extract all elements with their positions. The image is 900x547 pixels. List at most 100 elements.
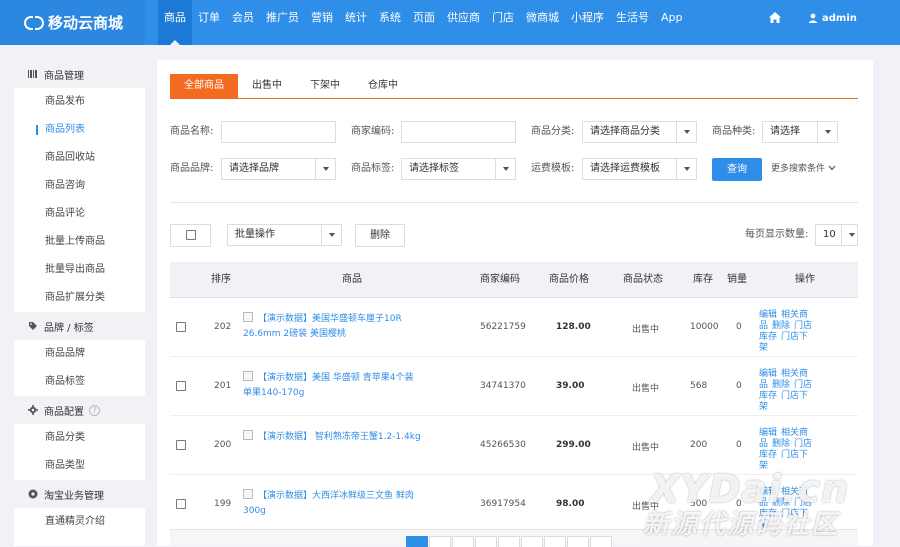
page-number-button[interactable] [452, 536, 474, 547]
page-number-button[interactable] [521, 536, 543, 547]
page-size-select[interactable]: 10 [815, 224, 858, 246]
nav-item[interactable]: 系统 [373, 0, 407, 45]
product-name-label: 商品名称: [170, 126, 214, 137]
tab[interactable]: 全部商品 [170, 74, 238, 98]
sidebar-item[interactable]: 商品回收站 [14, 144, 145, 172]
freight-select-value: 请选择运费模板 [590, 163, 660, 174]
freight-template-select[interactable]: 请选择运费模板 [582, 158, 697, 180]
app-logo[interactable]: 移动云商城 [0, 0, 145, 45]
tab[interactable]: 仓库中 [354, 74, 412, 98]
sidebar-group[interactable]: 品牌 / 标签 [14, 312, 145, 340]
product-name-input[interactable] [221, 121, 336, 143]
row-checkbox[interactable] [176, 322, 186, 332]
sidebar-item[interactable]: 商品分类 [14, 424, 145, 452]
product-price: 128.00 [556, 322, 591, 332]
row-action-link[interactable]: 编辑 [759, 310, 777, 320]
chevron-down-icon [676, 122, 696, 142]
table-row: 201 【演示数据】美国 华盛顿 青苹果4个装 单果140-170g 3474137… [170, 357, 858, 416]
sidebar-item[interactable]: 商品品牌 [14, 340, 145, 368]
page-number-button[interactable] [475, 536, 497, 547]
page-number-button[interactable] [544, 536, 566, 547]
product-kind-label: 商品种类: [712, 126, 756, 137]
page-number-button[interactable] [498, 536, 520, 547]
sidebar-item[interactable]: 批量导出商品 [14, 256, 145, 284]
row-action-link[interactable]: 删除 [772, 380, 790, 390]
product-name-link[interactable]: 【演示数据】 智利熟冻帝王蟹1.2-1.4kg [243, 430, 425, 445]
page-size-label: 每页显示数量: [745, 229, 809, 240]
sidebar-item[interactable]: 直通精灵介绍 [14, 508, 145, 536]
sidebar-item[interactable]: 商品评论 [14, 200, 145, 228]
sidebar-item[interactable]: 商品扩展分类 [14, 284, 145, 312]
nav-item[interactable]: App [655, 0, 689, 45]
product-kind-select[interactable]: 请选择 [762, 121, 838, 143]
product-status: 出售中 [632, 443, 660, 453]
product-price: 98.00 [556, 499, 585, 509]
product-name-link[interactable]: 【演示数据】美国华盛顿车厘子10R 26.6mm 2磅装 美国樱桃 [243, 312, 425, 342]
row-action-link[interactable]: 编辑 [759, 428, 777, 438]
row-action-link[interactable]: 编辑 [759, 369, 777, 379]
page-number-button[interactable] [429, 536, 451, 547]
product-kind-value: 请选择 [770, 126, 800, 137]
taobao-icon [28, 489, 38, 499]
nav-item[interactable]: 供应商 [441, 0, 486, 45]
help-icon[interactable]: ? [89, 404, 100, 416]
page-number-button[interactable] [590, 536, 612, 547]
home-icon[interactable] [767, 10, 783, 26]
more-search-conditions-link[interactable]: 更多搜索条件 [771, 158, 836, 180]
nav-item[interactable]: 会员 [226, 0, 260, 45]
tab[interactable]: 出售中 [238, 74, 296, 98]
category-select[interactable]: 请选择商品分类 [582, 121, 697, 143]
user-menu[interactable]: admin [808, 10, 857, 26]
chevron-down-icon [817, 122, 837, 142]
nav-item[interactable]: 订单 [192, 0, 226, 45]
row-checkbox[interactable] [176, 440, 186, 450]
tag-select[interactable]: 请选择标签 [401, 158, 516, 180]
row-checkbox[interactable] [176, 499, 186, 509]
app-logo-text: 移动云商城 [48, 14, 124, 32]
merchant-code-input[interactable] [401, 121, 516, 143]
nav-item[interactable]: 营销 [305, 0, 339, 45]
chevron-down-icon [841, 225, 857, 245]
sidebar-group[interactable]: 商品管理 [14, 60, 145, 88]
nav-item[interactable]: 统计 [339, 0, 373, 45]
nav-item[interactable]: 推广员 [260, 0, 305, 45]
page-number-button[interactable] [406, 536, 428, 547]
sidebar-item[interactable]: 商品类型 [14, 452, 145, 480]
sidebar-item[interactable]: 商品标签 [14, 368, 145, 396]
merchant-code: 34741370 [480, 381, 526, 391]
sidebar-item[interactable]: 批量上传商品 [14, 228, 145, 256]
watermark-text: XYDai.cn [650, 467, 850, 511]
nav-item[interactable]: 商品 [158, 0, 192, 45]
row-action-link[interactable]: 删除 [772, 321, 790, 331]
sidebar-item[interactable]: 商品咨询 [14, 172, 145, 200]
product-name-link[interactable]: 【演示数据】大西洋冰鲜级三文鱼 鲜肉300g [243, 489, 425, 519]
query-button[interactable]: 查询 [712, 158, 762, 181]
nav-item[interactable]: 微商城 [520, 0, 565, 45]
sidebar-group[interactable]: 商品配置? [14, 396, 145, 424]
bulk-operation-select[interactable]: 批量操作 [227, 224, 342, 246]
chevron-down-icon [495, 159, 515, 179]
sidebar-item[interactable]: 商品发布 [14, 88, 145, 116]
sidebar-item[interactable]: 商品列表 [14, 116, 145, 144]
delete-button[interactable]: 删除 [355, 224, 405, 247]
freight-label: 运费模板: [531, 163, 575, 174]
column-header: 商品价格 [549, 274, 589, 285]
row-action-link[interactable]: 删除 [772, 439, 790, 449]
chevron-down-icon [315, 159, 335, 179]
select-all-checkbox[interactable] [170, 224, 211, 247]
nav-item[interactable]: 小程序 [565, 0, 610, 45]
status-tabs: 全部商品 出售中 下架中 仓库中 [170, 74, 858, 99]
page-number-button[interactable] [567, 536, 589, 547]
sort-value: 202 [214, 322, 232, 332]
nav-item[interactable]: 页面 [407, 0, 441, 45]
stock-value: 568 [690, 381, 708, 391]
divider [170, 202, 858, 203]
nav-item[interactable]: 门店 [486, 0, 520, 45]
column-header: 销量 [727, 274, 747, 285]
brand-select[interactable]: 请选择品牌 [221, 158, 336, 180]
nav-item[interactable]: 生活号 [610, 0, 655, 45]
product-name-link[interactable]: 【演示数据】美国 华盛顿 青苹果4个装 单果140-170g [243, 371, 425, 401]
tab[interactable]: 下架中 [296, 74, 354, 98]
row-checkbox[interactable] [176, 381, 186, 391]
sidebar-group[interactable]: 淘宝业务管理 [14, 480, 145, 508]
